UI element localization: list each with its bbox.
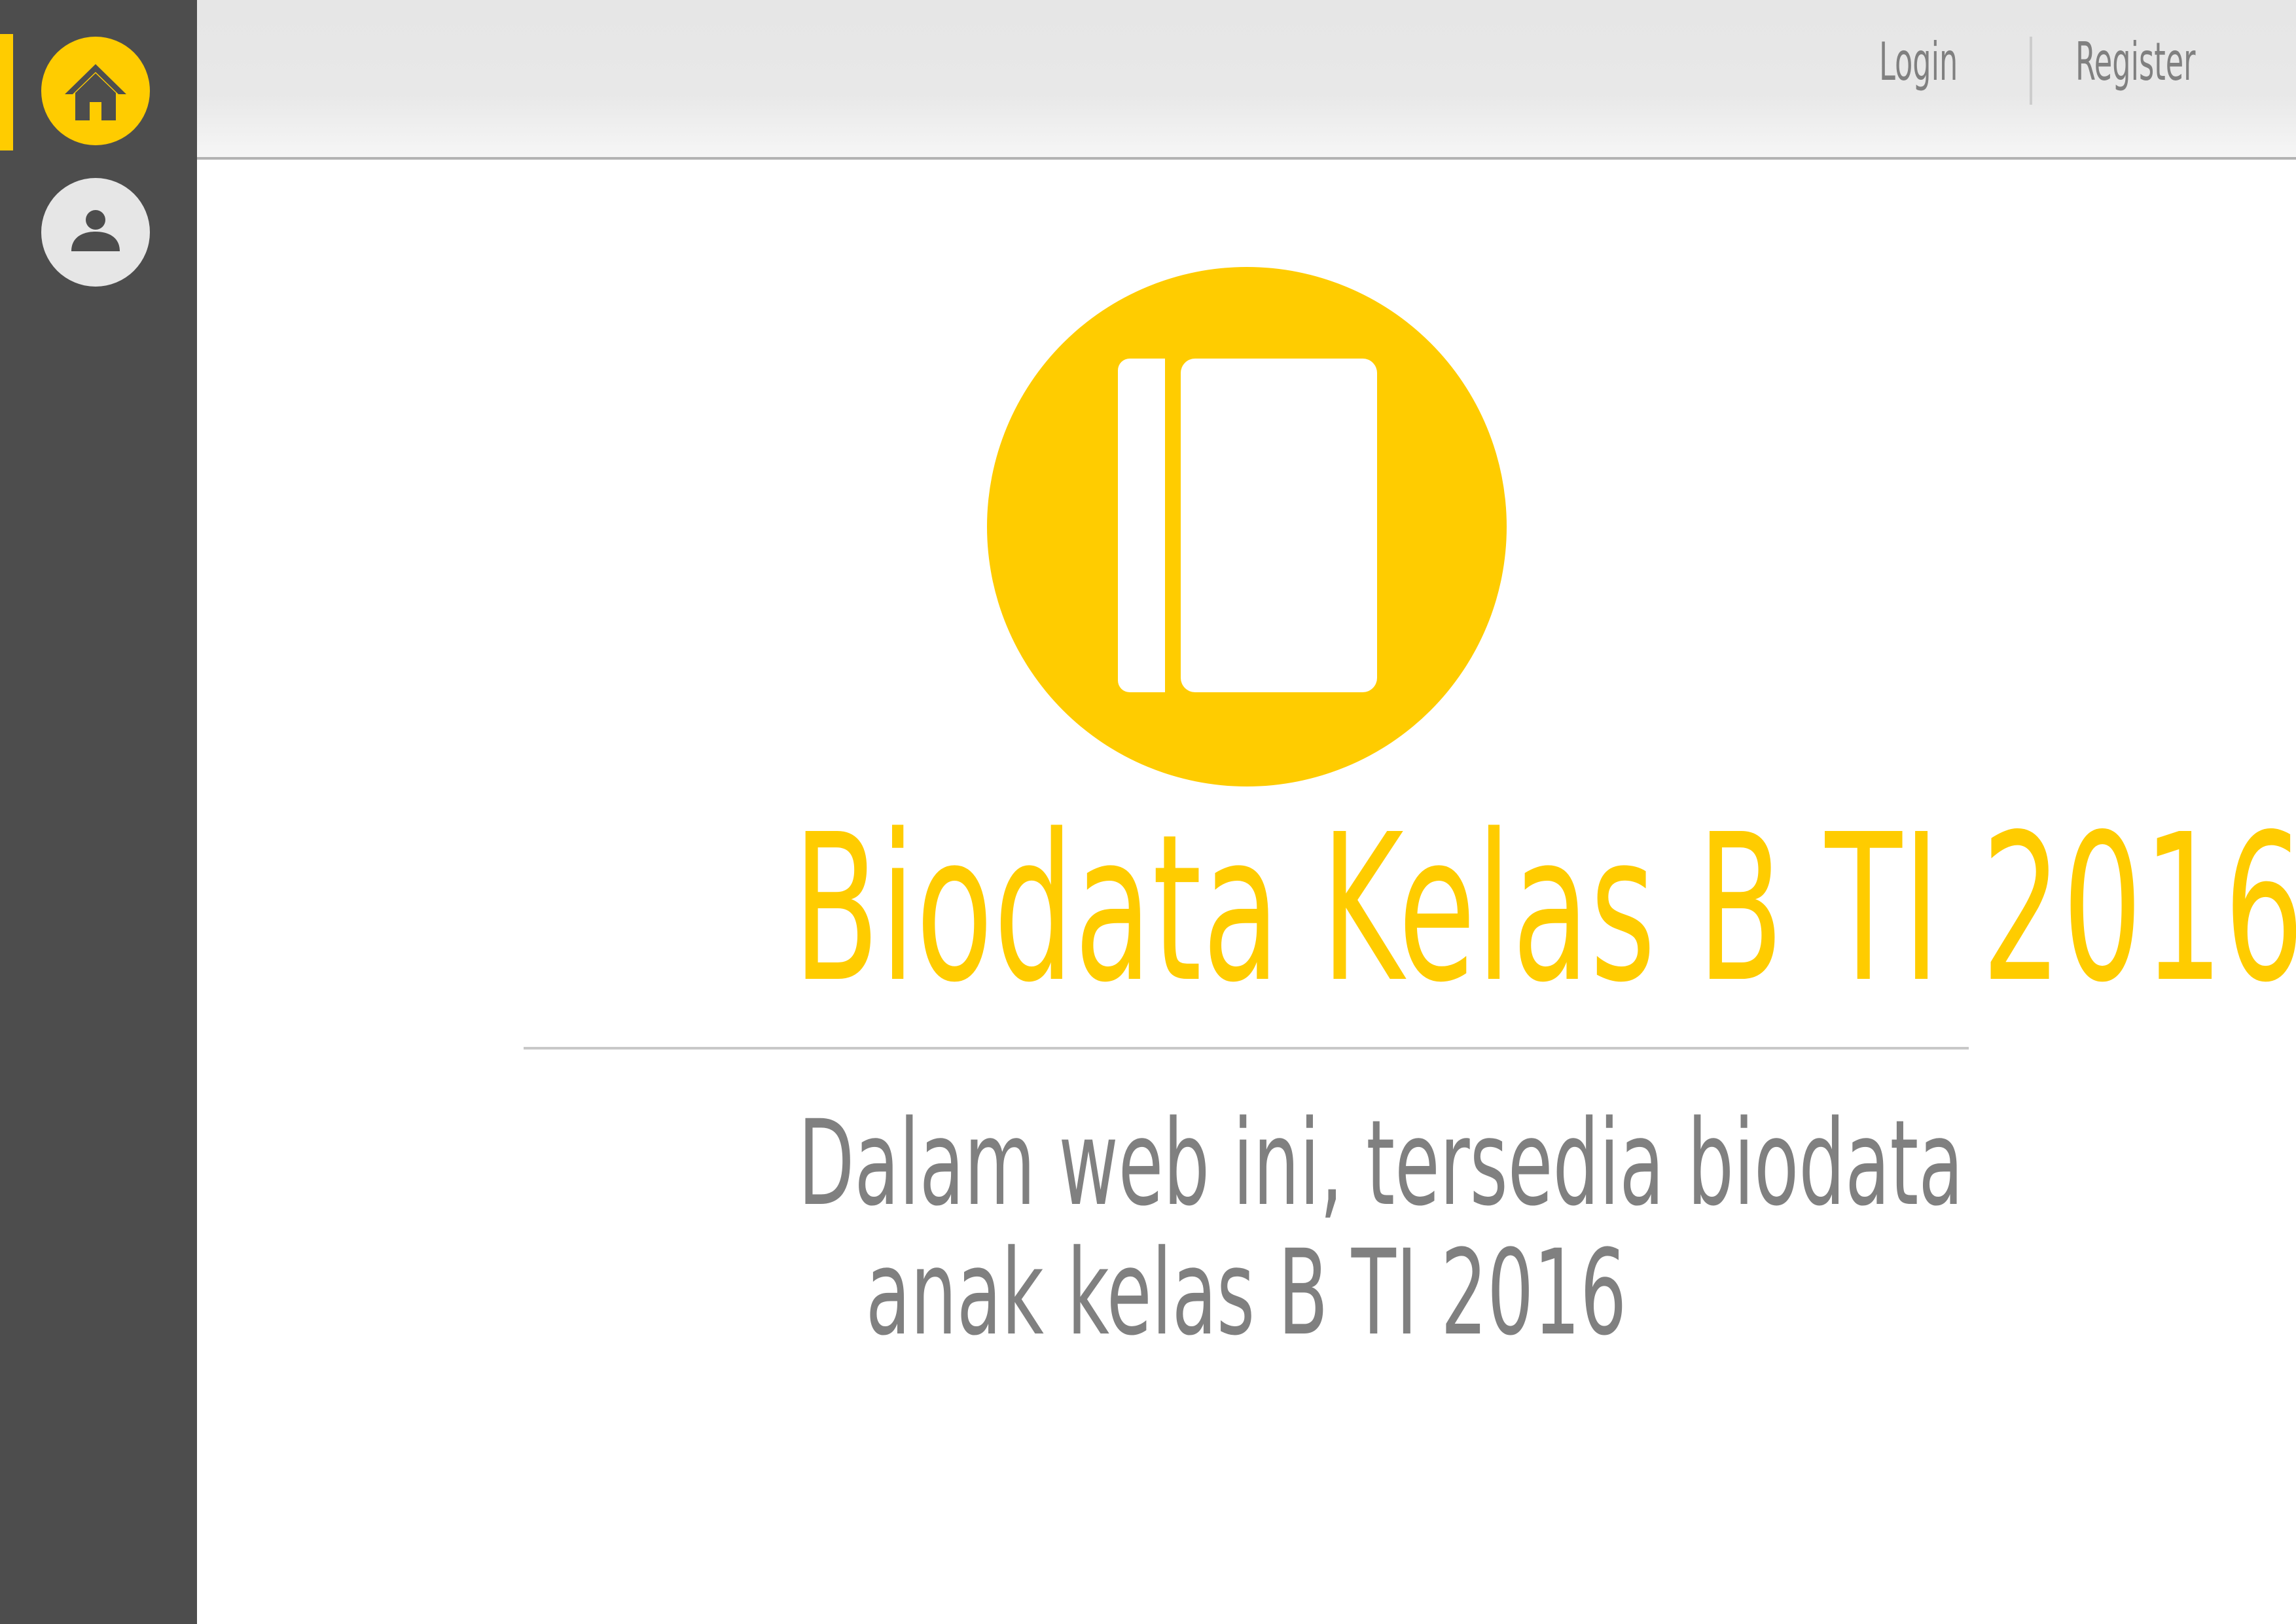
title-divider: [524, 1047, 1969, 1050]
user-icon: [71, 210, 120, 251]
subtitle-line: anak kelas B TI 2016: [865, 1225, 1627, 1362]
book-logo: [987, 267, 1507, 786]
login-link[interactable]: Login: [1879, 36, 1958, 88]
page-title: Biodata Kelas B TI 2016: [793, 791, 2296, 1027]
sidebar: [0, 0, 197, 1624]
home-icon: [65, 64, 126, 120]
top-header: Login Register: [197, 0, 2296, 160]
sidebar-item-user[interactable]: [41, 178, 150, 287]
sidebar-item-home[interactable]: [41, 37, 150, 145]
page-subtitle: Dalam web ini, tersedia biodata anak kel…: [798, 1095, 1964, 1362]
app-page: Login Register Biodata Kelas B TI 2016 D…: [0, 0, 2296, 1624]
subtitle-line: Dalam web ini, tersedia biodata: [798, 1095, 1964, 1232]
book-icon: [1118, 359, 1377, 692]
active-nav-indicator: [0, 34, 13, 150]
register-link[interactable]: Register: [2075, 36, 2196, 88]
header-divider: [2030, 37, 2032, 105]
